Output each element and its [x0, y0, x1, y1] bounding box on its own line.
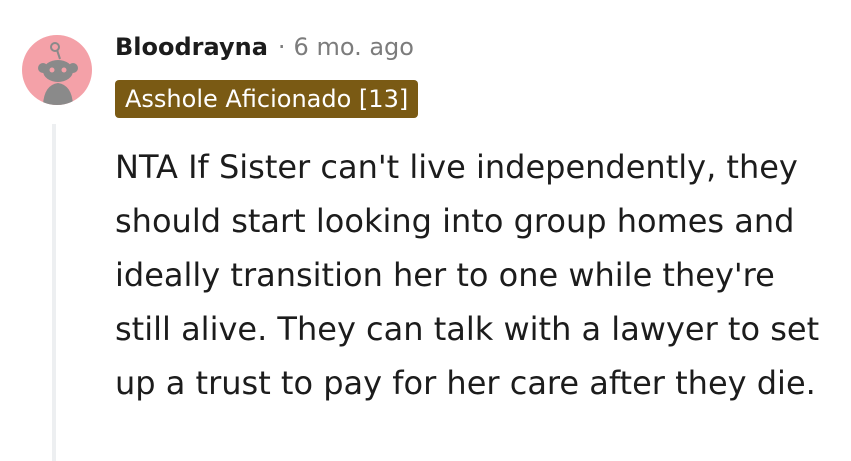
thread-line[interactable]: [52, 124, 56, 461]
snoo-avatar-icon: [38, 42, 78, 105]
meta-separator: ·: [277, 33, 286, 61]
avatar[interactable]: [22, 35, 92, 105]
user-flair: Asshole Aficionado [13]: [115, 80, 419, 118]
comment-body: NTA If Sister can't live independently, …: [115, 148, 820, 402]
username-link[interactable]: Bloodrayna: [115, 33, 268, 61]
timestamp[interactable]: 6 mo. ago: [294, 33, 414, 61]
comment-header: Bloodrayna · 6 mo. ago: [115, 30, 414, 64]
